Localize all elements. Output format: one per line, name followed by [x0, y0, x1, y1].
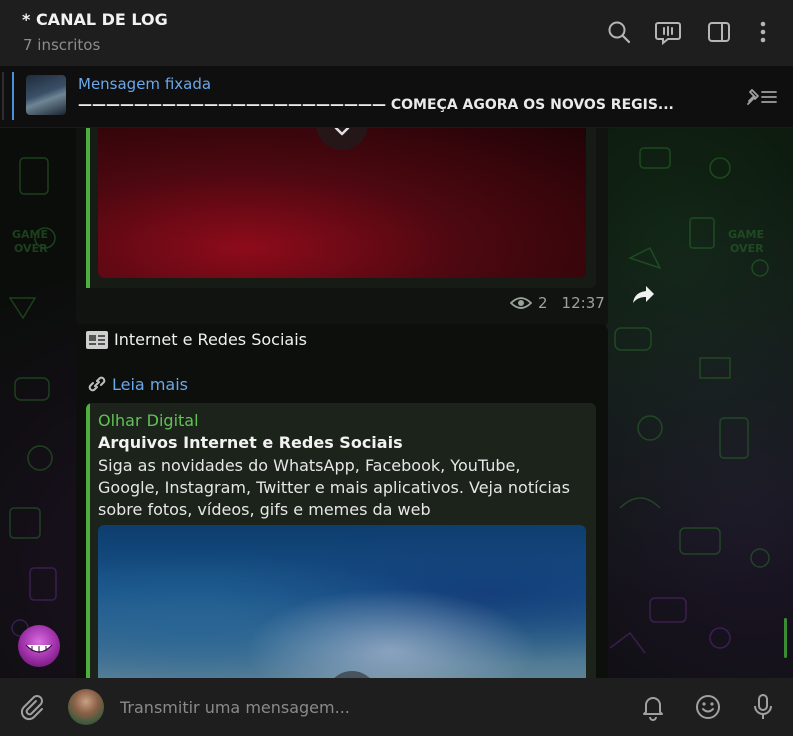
chat-header: * CANAL DE LOG 7 inscritos	[0, 0, 793, 66]
message-input-bar	[0, 678, 793, 736]
svg-text:OVER: OVER	[730, 242, 764, 255]
pin-list-icon[interactable]	[744, 86, 778, 108]
pinned-label: Mensagem fixada	[78, 75, 212, 93]
pinned-divider	[2, 72, 4, 120]
live-stream-icon[interactable]	[654, 18, 682, 46]
channel-title[interactable]: * CANAL DE LOG	[22, 10, 168, 29]
svg-text:GAME: GAME	[728, 228, 764, 241]
chat-area[interactable]: GAME OVER GAME OVER 2 12:37 Internet e R…	[0, 128, 793, 678]
link-preview[interactable]: Olhar Digital Arquivos Internet e Redes …	[86, 403, 596, 678]
sidebar-toggle-icon[interactable]	[705, 18, 733, 46]
subscriber-count: 7 inscritos	[23, 36, 101, 54]
scrollbar-thumb[interactable]	[784, 618, 787, 658]
pinned-message-bar[interactable]: Mensagem fixada —————————————————————— C…	[0, 66, 793, 128]
quote-bar	[86, 128, 90, 288]
emoji-icon[interactable]	[693, 692, 723, 722]
message-heading: Internet e Redes Sociais	[86, 330, 307, 349]
link-icon	[88, 376, 106, 392]
svg-text:GAME: GAME	[12, 228, 48, 241]
search-icon[interactable]	[605, 18, 633, 46]
play-button[interactable]	[316, 128, 368, 150]
eye-icon	[510, 297, 532, 309]
channel-avatar[interactable]	[18, 625, 60, 667]
preview-quote-bar	[86, 403, 90, 678]
read-more-link[interactable]: Leia mais	[86, 374, 188, 394]
more-vertical-icon[interactable]	[749, 18, 777, 46]
pinned-indicator	[12, 72, 14, 120]
share-icon[interactable]	[630, 280, 658, 308]
read-more-label[interactable]: Leia mais	[112, 375, 188, 394]
media-thumbnail[interactable]	[98, 128, 586, 278]
view-count: 2	[538, 294, 548, 312]
preview-title: Arquivos Internet e Redes Sociais	[98, 433, 403, 452]
pinned-thumbnail	[26, 75, 66, 115]
svg-text:OVER: OVER	[14, 242, 48, 255]
chevron-down-icon	[334, 128, 350, 136]
preview-image[interactable]	[98, 525, 586, 678]
user-avatar[interactable]	[68, 689, 104, 725]
bell-icon[interactable]	[638, 692, 668, 722]
newspaper-icon	[86, 330, 108, 349]
paperclip-icon[interactable]	[16, 692, 46, 722]
preview-site-name: Olhar Digital	[98, 411, 199, 430]
message-heading-text: Internet e Redes Sociais	[114, 330, 307, 349]
microphone-icon[interactable]	[748, 692, 778, 722]
pinned-text: —————————————————————— COMEÇA AGORA OS N…	[78, 97, 674, 113]
message-time: 12:37	[561, 294, 605, 312]
message-input[interactable]	[120, 694, 600, 720]
preview-description: Siga as novidades do WhatsApp, Facebook,…	[98, 456, 570, 519]
message-meta: 2 12:37	[510, 294, 605, 312]
grin-face-icon	[25, 644, 53, 653]
